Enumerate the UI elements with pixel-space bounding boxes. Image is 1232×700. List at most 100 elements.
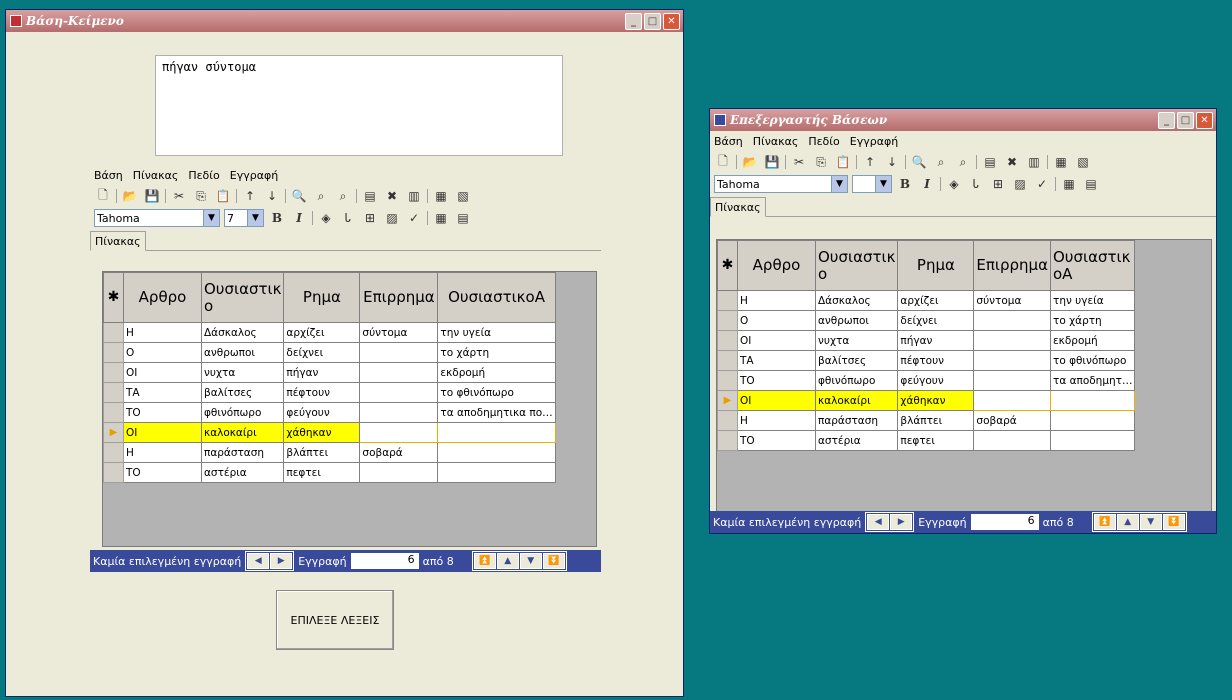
font-size-combo[interactable]: 7 ▼ <box>224 209 264 227</box>
row-selector[interactable] <box>717 370 738 391</box>
dropdown-arrow-icon[interactable]: ▼ <box>875 176 891 192</box>
table-cell[interactable]: ΤΑ <box>737 350 816 371</box>
row-selector[interactable] <box>717 330 738 351</box>
close-button[interactable]: ✕ <box>1196 111 1213 129</box>
table-cell[interactable]: πήγαν <box>283 362 361 383</box>
table-cell[interactable]: χάθηκαν <box>283 422 361 443</box>
font-name-combo[interactable]: Tahoma ▼ <box>714 175 848 193</box>
find-next-icon[interactable]: ⌕ <box>932 154 950 170</box>
table-row[interactable]: Ηπαράσταση βλάπτει σοβαρά <box>717 410 1136 431</box>
table-cell[interactable] <box>359 362 439 383</box>
minimize-button[interactable]: _ <box>1158 111 1175 129</box>
menu-field[interactable]: Πεδίο <box>188 169 219 182</box>
table-cell[interactable] <box>359 402 439 423</box>
find-icon[interactable]: 🔍 <box>910 154 928 170</box>
table-cell[interactable]: νυχτα <box>200 362 285 383</box>
table-cell[interactable]: αρχίζει <box>897 290 975 311</box>
table-cell[interactable]: Η <box>123 322 202 343</box>
edit-record-icon[interactable]: ▥ <box>405 188 423 204</box>
down-record-icon[interactable]: ▼ <box>1139 514 1162 530</box>
table-row[interactable]: ΤΑ βαλίτσες πέφτουν το φθινόπωρο <box>717 350 1136 371</box>
table-cell[interactable]: βαλίτσες <box>200 382 285 403</box>
table-cell[interactable]: την υγεία <box>437 322 556 343</box>
table-cell[interactable] <box>437 422 556 443</box>
table-cell[interactable]: ανθρωποι <box>200 342 285 363</box>
menu-database[interactable]: Βάση <box>714 135 743 148</box>
maximize-button[interactable]: □ <box>644 12 661 30</box>
open-icon[interactable]: 📂 <box>741 154 759 170</box>
table-row[interactable]: ΤΑ βαλίτσες πέφτουν το φθινόπωρο <box>103 382 556 403</box>
table-cell[interactable]: την υγεία <box>1049 290 1136 311</box>
table-cell[interactable]: Ο <box>123 342 202 363</box>
edit-record-icon[interactable]: ▥ <box>1025 154 1043 170</box>
table-cell[interactable]: νυχτα <box>814 330 899 351</box>
row-selector[interactable] <box>717 350 738 371</box>
table-row[interactable]: Οανθρωποι δείχνει το χάρτη <box>717 310 1136 331</box>
table-cell[interactable]: ΟΙ <box>737 390 816 411</box>
new-record-icon[interactable]: ▤ <box>981 154 999 170</box>
column-header[interactable]: Αρθρο <box>737 240 816 291</box>
table-cell[interactable]: αρχίζει <box>283 322 361 343</box>
table-cell[interactable]: Η <box>737 290 816 311</box>
table-cell[interactable]: δείχνει <box>897 310 975 331</box>
table-cell[interactable] <box>973 430 1051 451</box>
table-cell[interactable]: ΟΙ <box>123 362 202 383</box>
save-icon[interactable]: 💾 <box>763 154 781 170</box>
table-cell[interactable]: το χάρτη <box>1049 310 1136 331</box>
row-selector[interactable] <box>103 402 124 423</box>
row-selector[interactable] <box>103 342 124 363</box>
gridlines-icon[interactable]: ▦ <box>432 210 450 226</box>
new-record-star-icon[interactable]: ✱ <box>717 240 738 291</box>
sort-ascending-icon[interactable]: ↑ <box>861 154 879 170</box>
find-previous-icon[interactable]: ⌕ <box>334 188 352 204</box>
table-cell[interactable] <box>437 462 556 483</box>
table-row[interactable]: ΤΟ φθινόπωρο φεύγουν τα αποδημητ… <box>717 370 1136 391</box>
table-cell[interactable] <box>973 330 1051 351</box>
sort-ascending-icon[interactable]: ↑ <box>241 188 259 204</box>
current-record-arrow-icon[interactable]: ▶ <box>103 422 124 443</box>
table-cell[interactable]: αστέρια <box>200 462 285 483</box>
table-cell[interactable]: σύντομα <box>359 322 439 343</box>
table-cell[interactable]: το χάρτη <box>437 342 556 363</box>
dropdown-arrow-icon[interactable]: ▼ <box>247 210 263 226</box>
table-cell[interactable]: παράσταση <box>200 442 285 463</box>
cut-icon[interactable]: ✂ <box>170 188 188 204</box>
table-cell[interactable]: πήγαν <box>897 330 975 351</box>
font-name-combo[interactable]: Tahoma ▼ <box>94 209 220 227</box>
gridline-color-icon[interactable]: ▨ <box>1011 176 1029 192</box>
table-cell[interactable]: πέφτουν <box>897 350 975 371</box>
border-color-icon[interactable]: ⊞ <box>989 176 1007 192</box>
table-cell[interactable]: βαλίτσες <box>814 350 899 371</box>
record-number-input[interactable]: 6 <box>350 553 419 569</box>
cut-icon[interactable]: ✂ <box>790 154 808 170</box>
datasheet-icon[interactable]: ▤ <box>1082 176 1100 192</box>
table-cell[interactable]: βλάπτει <box>283 442 361 463</box>
record-number-input[interactable]: 6 <box>970 514 1039 530</box>
table-cell[interactable]: πεφτει <box>283 462 361 483</box>
current-record-arrow-icon[interactable]: ▶ <box>717 390 738 411</box>
text-display-box[interactable]: πήγαν σύντομα <box>155 55 563 156</box>
fill-color-icon[interactable]: ◈ <box>317 210 335 226</box>
table-cell[interactable]: σοβαρά <box>359 442 439 463</box>
tab-table[interactable]: Πίνακας <box>710 197 766 217</box>
window2-titlebar[interactable]: Επεξεργαστής Βάσεων _ □ ✕ <box>710 109 1216 131</box>
row-selector[interactable] <box>103 322 124 343</box>
table-row[interactable]: ΟΙ νυχτα πήγαν εκδρομή <box>717 330 1136 351</box>
special-effect-icon[interactable]: ✓ <box>405 210 423 226</box>
datasheet-icon[interactable]: ▤ <box>454 210 472 226</box>
column-header[interactable]: Αρθρο <box>123 272 202 323</box>
dropdown-arrow-icon[interactable]: ▼ <box>831 176 847 192</box>
column-header[interactable]: Ρημα <box>283 272 361 323</box>
copy-icon[interactable]: ⎘ <box>192 188 210 204</box>
table-cell[interactable] <box>359 462 439 483</box>
sort-descending-icon[interactable]: ↓ <box>263 188 281 204</box>
table-cell[interactable] <box>1049 390 1136 411</box>
paste-icon[interactable]: 📋 <box>214 188 232 204</box>
row-selector[interactable] <box>717 410 738 431</box>
table-cell[interactable]: φθινόπωρο <box>814 370 899 391</box>
table-row[interactable]: Η Δάσκαλος αρχίζει σύντομα την υγεία <box>103 322 556 343</box>
maximize-button[interactable]: □ <box>1177 111 1194 129</box>
bold-icon[interactable]: B <box>268 210 286 226</box>
first-record-icon[interactable]: ⏫ <box>473 553 496 569</box>
table-cell[interactable]: δείχνει <box>283 342 361 363</box>
